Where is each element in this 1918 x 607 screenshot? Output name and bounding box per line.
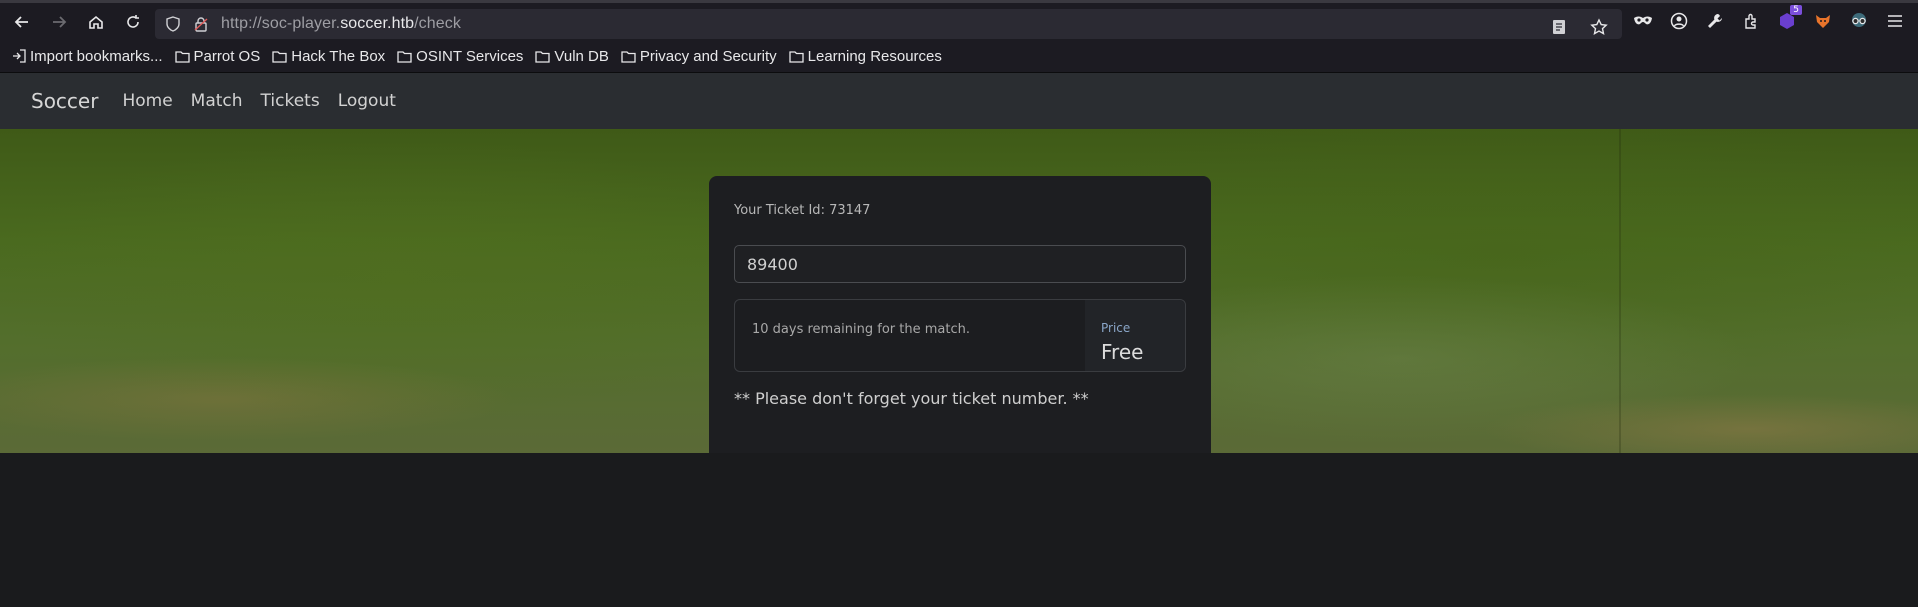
browser-toolbar: http://soc-player.soccer.htb/check 5 [0, 0, 1918, 40]
bookmarks-bar: Import bookmarks... Parrot OS Hack The B… [0, 40, 1918, 73]
extension-badge: 5 [1790, 5, 1802, 15]
fox-extension-icon[interactable] [1810, 8, 1836, 34]
url-text[interactable]: http://soc-player.soccer.htb/check [221, 15, 461, 33]
site-navbar: Soccer Home Match Tickets Logout [0, 73, 1918, 129]
hamburger-menu-icon[interactable] [1882, 8, 1908, 34]
ticket-reminder-note: ** Please don't forget your ticket numbe… [734, 389, 1089, 408]
bookmark-folder-privacy-security[interactable]: Privacy and Security [621, 48, 777, 65]
bookmark-label: Hack The Box [291, 47, 386, 65]
nav-link-tickets[interactable]: Tickets [261, 91, 320, 111]
background-seam [1619, 129, 1621, 453]
price-column: Price Free [1085, 300, 1185, 371]
nav-link-logout[interactable]: Logout [338, 91, 396, 111]
back-button[interactable] [7, 7, 37, 37]
glasses-extension-icon[interactable] [1846, 8, 1872, 34]
days-remaining-text: 10 days remaining for the match. [752, 322, 970, 337]
nav-link-match[interactable]: Match [191, 91, 243, 111]
ticket-check-card: Your Ticket Id: 73147 10 days remaining … [709, 176, 1211, 453]
bookmark-folder-osint-services[interactable]: OSINT Services [397, 48, 523, 65]
bookmark-label: Learning Resources [807, 47, 942, 65]
reader-view-icon[interactable] [1546, 14, 1572, 40]
folder-icon [174, 50, 190, 63]
ticket-info-box: 10 days remaining for the match. Price F… [734, 299, 1186, 372]
bookmark-label: Import bookmarks... [30, 47, 163, 65]
url-bar[interactable]: http://soc-player.soccer.htb/check [155, 9, 1622, 39]
ticket-id-text: Your Ticket Id: 73147 [734, 203, 871, 218]
bookmark-label: Parrot OS [193, 47, 261, 65]
bookmark-folder-parrot-os[interactable]: Parrot OS [174, 47, 261, 65]
home-button[interactable] [81, 7, 111, 37]
bookmark-star-icon[interactable] [1586, 14, 1612, 40]
arrow-right-icon [53, 15, 67, 28]
account-icon[interactable] [1666, 8, 1692, 34]
folder-icon [272, 50, 287, 63]
forward-button[interactable] [44, 7, 74, 37]
folder-icon [788, 50, 804, 63]
bookmark-folder-vuln-db[interactable]: Vuln DB [535, 47, 609, 65]
price-label: Price [1101, 321, 1131, 335]
purple-extension-icon[interactable]: 5 [1774, 5, 1802, 34]
ticket-number-input[interactable] [734, 245, 1186, 283]
reload-icon [127, 14, 139, 28]
folder-icon [535, 50, 551, 63]
insecure-lock-icon[interactable] [191, 14, 211, 34]
folder-icon [397, 50, 412, 63]
home-icon [89, 15, 103, 29]
extensions-icon[interactable] [1738, 8, 1764, 34]
bookmark-folder-learning-resources[interactable]: Learning Resources [788, 47, 942, 65]
import-icon [13, 49, 26, 63]
arrow-left-icon [14, 15, 28, 28]
wrench-icon[interactable] [1702, 8, 1728, 34]
bookmark-label: Privacy and Security [639, 47, 777, 65]
folder-icon [621, 50, 636, 63]
tracking-protection-shield-icon[interactable] [163, 14, 183, 34]
site-brand[interactable]: Soccer [31, 89, 98, 113]
bookmark-label: Vuln DB [554, 47, 609, 65]
private-mask-icon[interactable] [1630, 8, 1656, 34]
bookmark-label: OSINT Services [416, 47, 524, 65]
bookmark-folder-hack-the-box[interactable]: Hack The Box [272, 48, 385, 65]
price-value: Free [1101, 340, 1144, 364]
nav-link-home[interactable]: Home [122, 91, 172, 111]
reload-button[interactable] [118, 7, 148, 37]
bookmark-import[interactable]: Import bookmarks... [12, 48, 163, 65]
